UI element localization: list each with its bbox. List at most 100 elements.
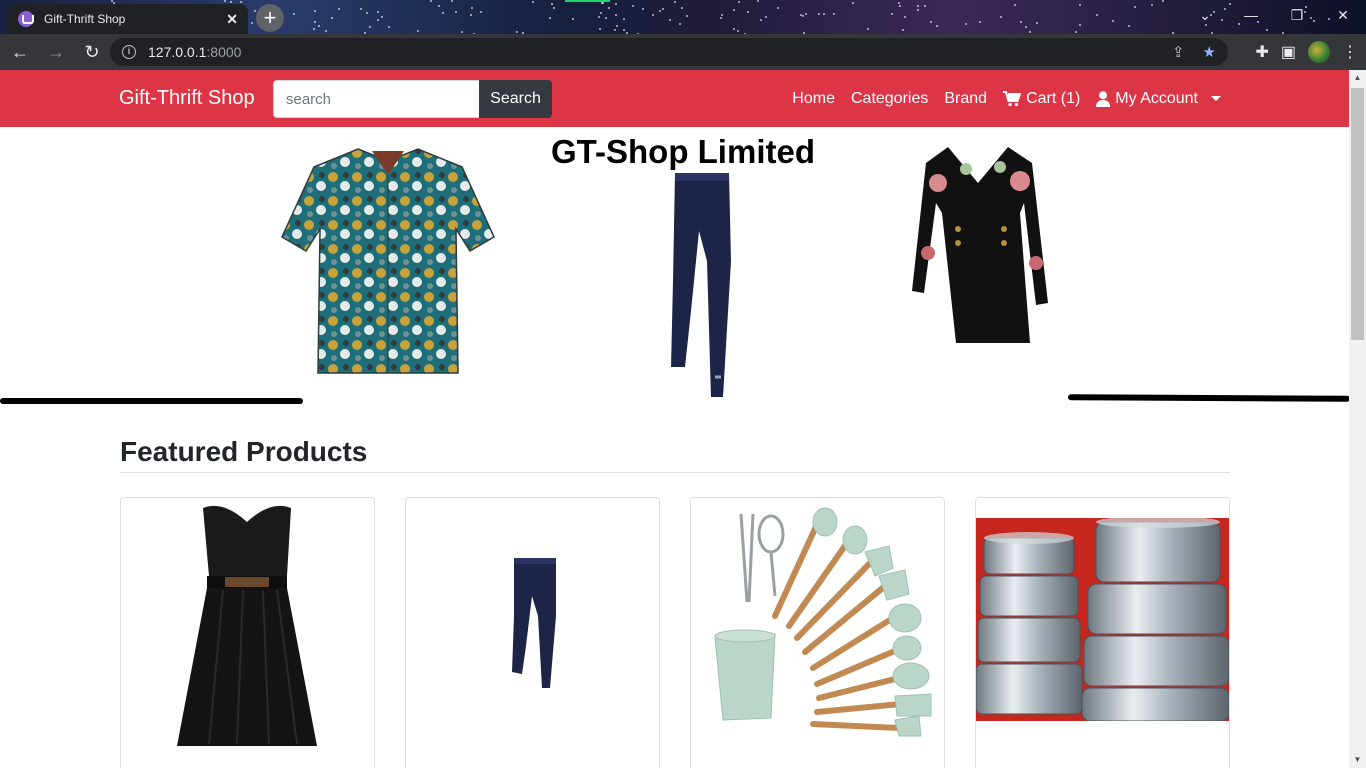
background-star [442,12,444,14]
close-window-icon[interactable]: ✕ [1320,0,1366,30]
product-card[interactable] [120,497,375,768]
background-star [1112,20,1114,22]
nav-home[interactable]: Home [792,90,835,108]
background-star [601,2,603,4]
site-brand[interactable]: Gift-Thrift Shop [119,87,255,110]
site-info-icon[interactable]: i [122,45,136,59]
scroll-down-icon[interactable]: ▼ [1349,752,1366,768]
background-star [659,10,661,12]
background-star [765,16,767,18]
background-star [360,8,362,10]
bookmark-star-icon[interactable]: ★ [1203,43,1216,61]
tab-title: Gift-Thrift Shop [44,12,126,26]
browser-tab-strip: Gift-Thrift Shop ✕ + ⌄ — ❐ ✕ [0,0,1366,34]
background-star [608,7,610,9]
browser-menu-icon[interactable]: ⋮ [1342,42,1358,62]
cart-label: Cart (1) [1026,89,1081,107]
background-star [891,13,893,15]
background-star [614,29,616,31]
browser-toolbar: ← → ↻ i 127.0.0.1:8000 ⇪ ★ ✚ ▣ ⋮ [0,34,1366,70]
shopping-cart-icon [1003,90,1022,106]
background-star [438,5,440,7]
background-star [899,5,901,7]
scrollbar-thumb[interactable] [1351,88,1364,340]
background-star [652,14,654,16]
background-star [979,21,981,23]
aluminium-pots-image [976,518,1229,721]
background-star [314,21,316,23]
background-star [1025,26,1027,28]
background-star [747,11,749,13]
background-star [917,9,919,11]
profile-avatar[interactable] [1308,41,1330,63]
close-tab-icon[interactable]: ✕ [226,11,238,28]
reload-icon[interactable]: ↻ [76,36,108,68]
background-star [318,25,320,27]
background-star [800,14,802,16]
black-dress-image [177,505,317,746]
address-bar[interactable]: i 127.0.0.1:8000 ⇪ ★ [110,38,1228,66]
background-star [852,2,854,4]
background-star [254,10,256,12]
background-star [1096,14,1098,16]
background-star [461,31,463,33]
background-star [230,1,232,3]
hero-decoration-left [0,398,303,404]
forward-icon[interactable]: → [40,36,72,68]
background-star [965,23,967,25]
background-star [721,14,723,16]
background-star [623,29,625,31]
background-star [599,28,601,30]
search-input[interactable] [273,80,480,118]
background-star [366,12,368,14]
nav-brand[interactable]: Brand [944,90,987,108]
background-star [616,25,618,27]
background-star [737,30,739,32]
background-star [632,5,634,7]
background-star [1075,31,1077,33]
scroll-up-icon[interactable]: ▲ [1349,70,1366,86]
background-star [388,26,390,28]
background-star [662,8,664,10]
background-star [480,11,482,13]
background-star [805,13,807,15]
background-star [924,5,926,7]
extensions-puzzle-icon[interactable]: ✚ [1255,42,1268,62]
background-star [417,30,419,32]
kitchen-utensils-image [714,507,932,737]
background-star [111,0,113,2]
page-scrollbar[interactable]: ▲ ▼ [1349,70,1366,768]
user-icon [1096,90,1111,107]
background-star [369,26,371,28]
minimize-icon[interactable]: — [1228,0,1274,30]
nav-categories[interactable]: Categories [851,90,928,108]
product-card[interactable] [405,497,660,768]
search-button[interactable]: Search [479,80,552,118]
restore-icon[interactable]: ❐ [1274,0,1320,30]
background-star [1000,16,1002,18]
background-star [818,13,820,15]
background-star [313,28,315,30]
background-star [532,1,534,3]
nav-cart[interactable]: Cart (1) [1003,90,1080,108]
shop-cart-favicon-icon [18,11,34,27]
nav-my-account[interactable]: My Account [1096,90,1221,108]
background-star [572,18,574,20]
background-star [551,3,553,5]
background-star [904,16,906,18]
side-panel-icon[interactable]: ▣ [1281,42,1296,62]
product-card[interactable] [975,497,1230,768]
new-tab-button[interactable]: + [256,4,284,32]
background-star [936,25,938,27]
browser-tab[interactable]: Gift-Thrift Shop ✕ [8,4,248,34]
background-star [1128,25,1130,27]
background-star [738,1,740,3]
back-icon[interactable]: ← [4,36,36,68]
loading-indicator [565,0,610,2]
background-star [1020,21,1022,23]
tab-search-icon[interactable]: ⌄ [1182,0,1228,30]
background-star [615,14,617,16]
share-icon[interactable]: ⇪ [1172,43,1185,61]
product-card[interactable] [690,497,945,768]
background-star [224,0,226,2]
